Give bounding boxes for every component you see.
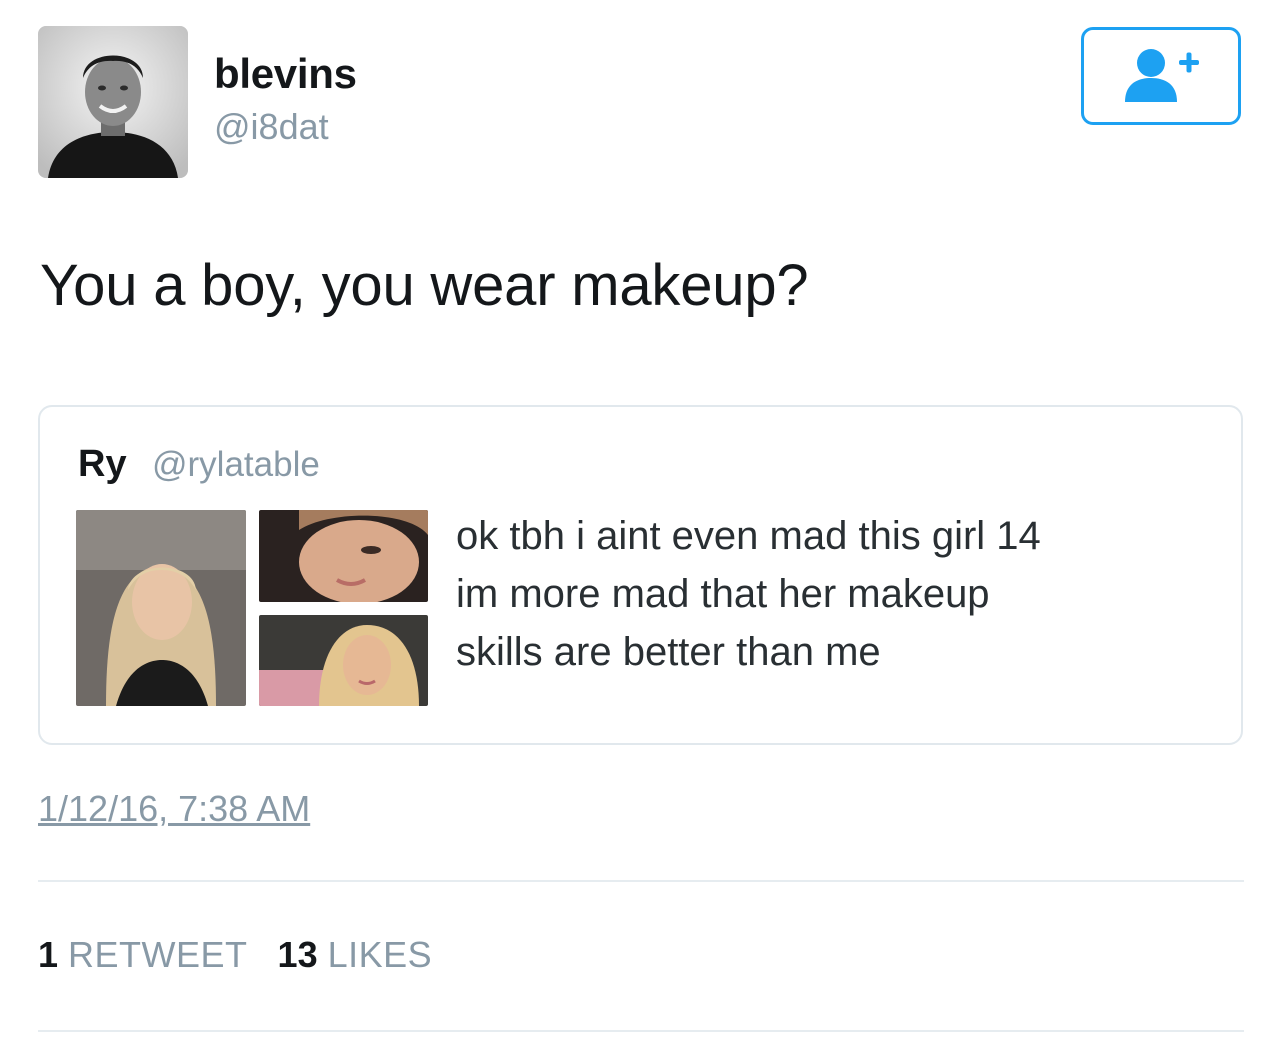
tweet-stats: 1 RETWEET 13 LIKES <box>38 934 432 976</box>
quoted-photo-selfie-car[interactable] <box>76 510 246 706</box>
follow-user-plus-icon <box>1125 49 1199 102</box>
likes-count: 13 <box>277 934 318 975</box>
quoted-photo-selfie-pink[interactable] <box>259 615 428 706</box>
tweet-timestamp[interactable]: 1/12/16, 7:38 AM <box>38 788 310 830</box>
quoted-author-name: Ry <box>78 443 127 485</box>
quoted-tweet-card[interactable]: Ry @rylatable ok tbh i aint even mad thi… <box>38 405 1243 745</box>
likes-label: LIKES <box>327 934 433 975</box>
retweets-stat[interactable]: 1 RETWEET <box>38 934 248 976</box>
divider <box>38 880 1244 882</box>
follow-button[interactable] <box>1081 27 1241 125</box>
quoted-media-grid <box>76 510 428 706</box>
likes-stat[interactable]: 13 LIKES <box>278 934 433 976</box>
quoted-tweet-text: ok tbh i aint even mad this girl 14 im m… <box>456 514 1041 674</box>
retweets-count: 1 <box>38 934 59 975</box>
tweet-text: You a boy, you wear makeup? <box>40 253 809 318</box>
retweets-label: RETWEET <box>68 934 248 975</box>
author-display-name[interactable]: blevins <box>214 50 357 98</box>
author-avatar[interactable] <box>38 26 188 178</box>
avatar-photo <box>38 26 188 178</box>
divider <box>38 1030 1244 1032</box>
author-handle[interactable]: @i8dat <box>214 106 329 148</box>
quoted-author-handle: @rylatable <box>152 445 320 484</box>
quoted-photo-closeup-face[interactable] <box>259 510 428 602</box>
